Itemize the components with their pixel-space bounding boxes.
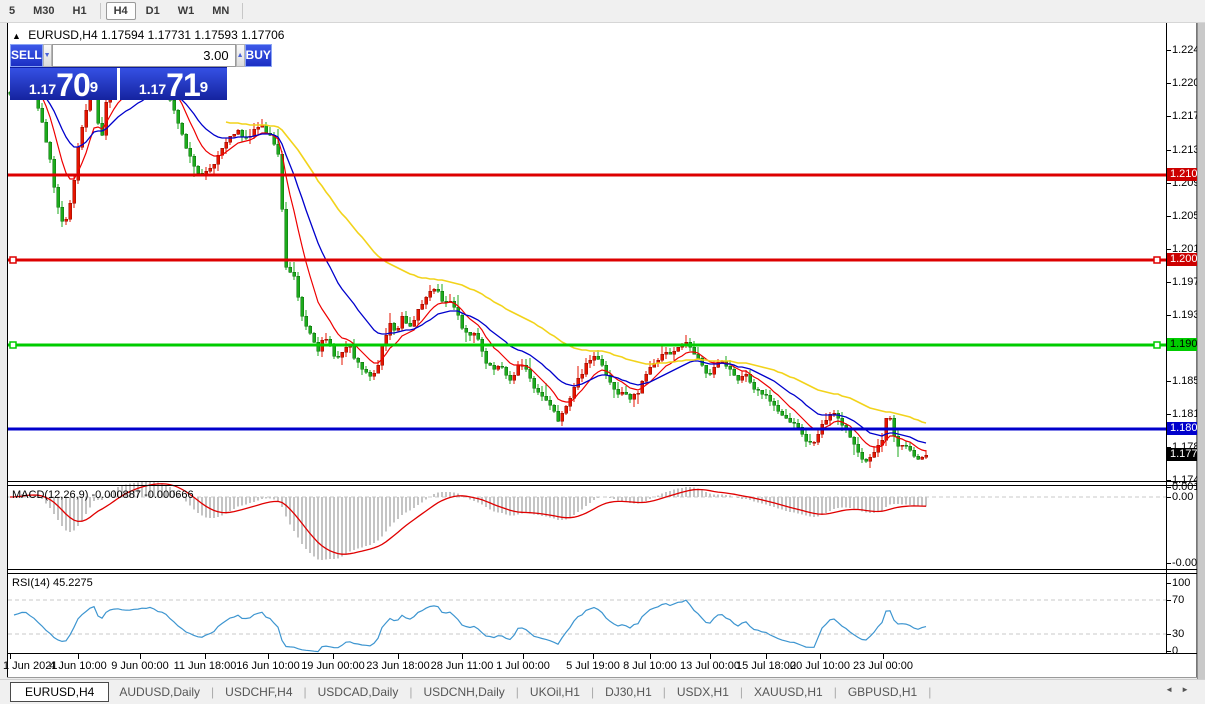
mt4-terminal: { "toolbar": { "timeframes": [ {"label":… xyxy=(0,0,1205,703)
timeframe-button-mn[interactable]: MN xyxy=(204,2,237,20)
toolbar-separator xyxy=(242,3,243,19)
buy-price-box[interactable]: 1.17719 xyxy=(120,68,227,100)
timeframe-button-d1[interactable]: D1 xyxy=(138,2,168,20)
tab-separator: | xyxy=(927,685,932,699)
date-axis-label: 16 Jun 10:00 xyxy=(236,660,300,672)
date-axis-label: 8 Jul 10:00 xyxy=(623,660,677,672)
date-axis-label: 13 Jul 00:00 xyxy=(680,660,740,672)
volume-decrease-button[interactable]: ▼ xyxy=(43,44,52,67)
sell-price-main: 70 xyxy=(56,71,90,99)
date-axis-label: 15 Jul 18:00 xyxy=(736,660,796,672)
tab-scroll-arrows: ◄► xyxy=(1161,685,1193,694)
rsi-axis-label: 30 xyxy=(1172,628,1184,640)
tab-eurusd-h4[interactable]: EURUSD,H4 xyxy=(10,682,109,702)
tab-audusd-daily[interactable]: AUDUSD,Daily xyxy=(109,683,210,701)
buy-price-pip: 9 xyxy=(200,68,208,108)
bid-ask-prices: 1.17709 1.17719 xyxy=(10,68,227,100)
tab-scroll-right-icon[interactable]: ► xyxy=(1177,685,1193,694)
date-axis-label: 20 Jul 10:00 xyxy=(790,660,850,672)
tab-dj30-h1[interactable]: DJ30,H1 xyxy=(595,683,662,701)
date-axis-label: 28 Jun 11:00 xyxy=(431,660,494,672)
timeframe-button-h1[interactable]: H1 xyxy=(65,2,95,20)
buy-button[interactable]: BUY xyxy=(245,44,272,67)
date-axis-label: 9 Jun 00:00 xyxy=(111,660,169,672)
macd-indicator-label: MACD(12,26,9) -0.000887 -0.000666 xyxy=(12,489,194,501)
tab-usdcad-daily[interactable]: USDCAD,Daily xyxy=(308,683,409,701)
window-right-edge xyxy=(1197,0,1205,703)
rsi-axis-label: 0 xyxy=(1172,645,1178,657)
sell-price-box[interactable]: 1.17709 xyxy=(10,68,117,100)
date-axis-label: 4 Jun 10:00 xyxy=(49,660,107,672)
tab-usdx-h1[interactable]: USDX,H1 xyxy=(667,683,739,701)
chart-tab-bar: EURUSD,H4AUDUSD,Daily|USDCHF,H4|USDCAD,D… xyxy=(0,679,1205,704)
tab-usdcnh-daily[interactable]: USDCNH,Daily xyxy=(413,683,514,701)
macd-axis-label: 0.00 xyxy=(1172,491,1193,503)
tab-gbpusd-h1[interactable]: GBPUSD,H1 xyxy=(838,683,927,701)
symbol-timeframe: EURUSD,H4 xyxy=(28,28,97,42)
ohlc-values: 1.17594 1.17731 1.17593 1.17706 xyxy=(101,28,285,42)
date-axis-label: 5 Jul 19:00 xyxy=(566,660,620,672)
sell-price-pip: 9 xyxy=(90,68,98,108)
sell-button[interactable]: SELL xyxy=(10,44,43,67)
rsi-axis-label: 100 xyxy=(1172,577,1190,589)
date-axis-label: 19 Jun 00:00 xyxy=(301,660,365,672)
timeframe-toolbar: 5M30H1 H4D1W1MN xyxy=(0,0,1205,23)
date-axis-label: 23 Jul 00:00 xyxy=(853,660,913,672)
rsi-indicator-label: RSI(14) 45.2275 xyxy=(12,577,93,589)
trade-controls-row: SELL ▼ ▲ BUY xyxy=(10,44,227,67)
rsi-axis-label: 70 xyxy=(1172,594,1184,606)
tab-scroll-left-icon[interactable]: ◄ xyxy=(1161,685,1177,694)
timeframe-button-5[interactable]: 5 xyxy=(1,2,23,20)
date-axis-label: 11 Jun 18:00 xyxy=(174,660,237,672)
one-click-trading-panel: SELL ▼ ▲ BUY 1.17709 1.17719 xyxy=(10,44,227,100)
buy-price-main: 71 xyxy=(166,71,200,99)
buy-price-prefix: 1.17 xyxy=(139,79,166,99)
chart-symbol-title: ▲ EURUSD,H4 1.17594 1.17731 1.17593 1.17… xyxy=(12,28,284,42)
volume-input[interactable] xyxy=(52,44,236,67)
volume-increase-button[interactable]: ▲ xyxy=(236,44,245,67)
tab-xauusd-h1[interactable]: XAUUSD,H1 xyxy=(744,683,833,701)
tab-ukoil-h1[interactable]: UKOil,H1 xyxy=(520,683,590,701)
timeframe-button-m30[interactable]: M30 xyxy=(25,2,62,20)
toolbar-separator xyxy=(100,3,101,19)
timeframe-button-h4[interactable]: H4 xyxy=(106,2,136,20)
collapse-panel-icon[interactable]: ▲ xyxy=(12,31,21,41)
timeframe-button-w1[interactable]: W1 xyxy=(170,2,203,20)
sell-price-prefix: 1.17 xyxy=(29,79,56,99)
date-axis-label: 1 Jul 00:00 xyxy=(496,660,550,672)
date-axis-label: 23 Jun 18:00 xyxy=(366,660,430,672)
tab-usdchf-h4[interactable]: USDCHF,H4 xyxy=(215,683,302,701)
